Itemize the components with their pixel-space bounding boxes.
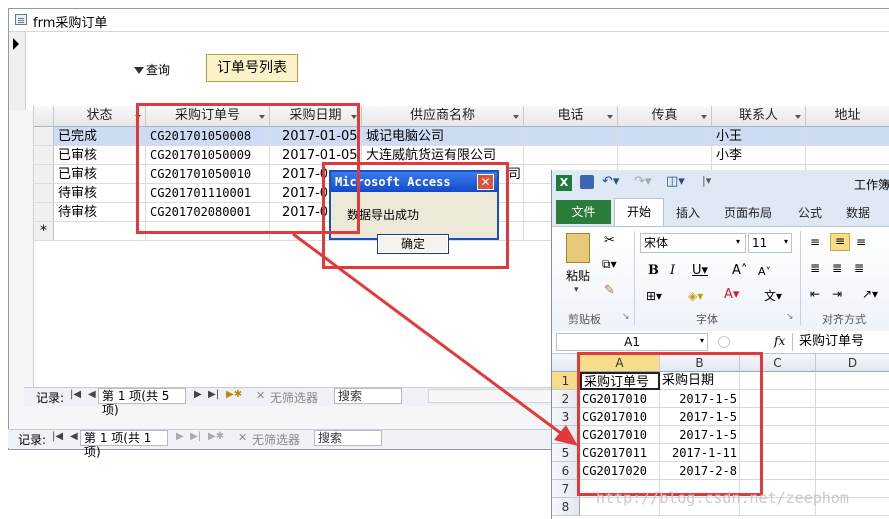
annotation-arrow-head [554, 425, 578, 446]
annotation-arrow [292, 232, 578, 446]
watermark: http://blog.csdn.net/zeephom [596, 489, 849, 507]
annotation-arrow-line [292, 232, 571, 442]
